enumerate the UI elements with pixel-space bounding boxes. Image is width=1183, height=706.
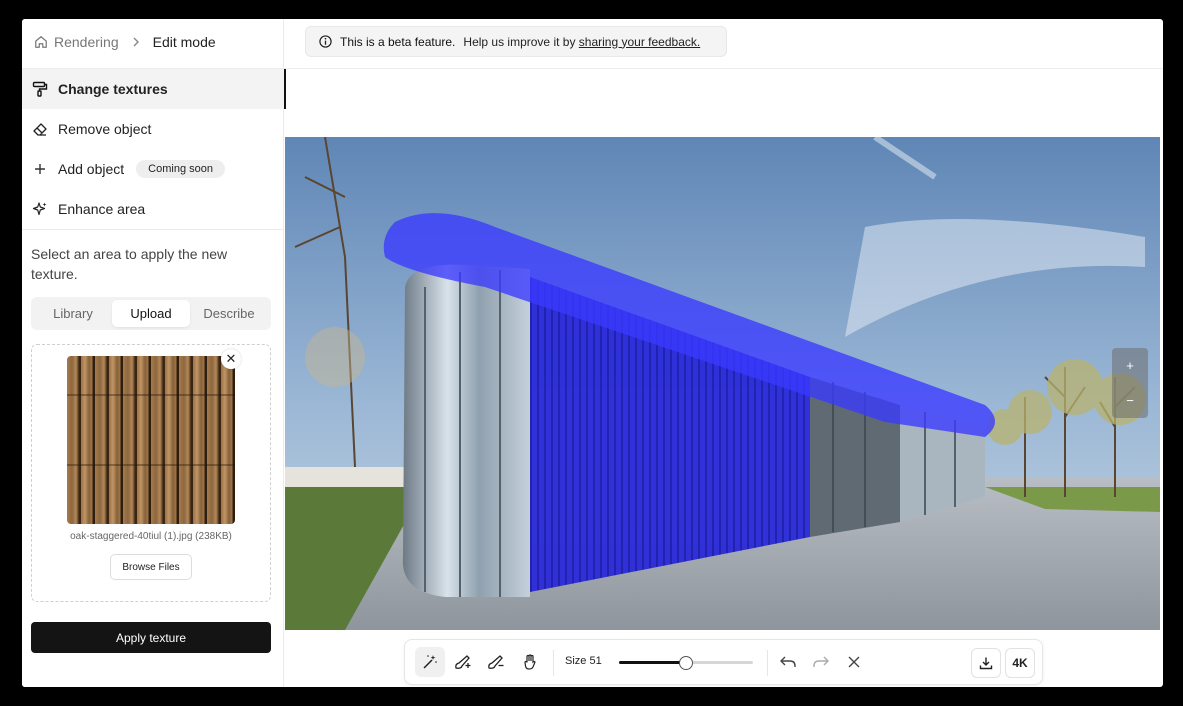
info-icon [319,35,332,48]
breadcrumb: Rendering Edit mode [34,33,216,51]
menu-item-remove-object[interactable]: Remove object [22,109,284,149]
menu-item-change-textures[interactable]: Change textures [22,69,286,109]
magic-wand-icon[interactable] [415,647,445,677]
slider-handle[interactable] [679,656,693,670]
slider-fill [619,661,686,664]
file-name: oak-staggered-40tiul (1).jpg (238KB) [70,531,232,542]
edit-canvas[interactable] [285,137,1160,630]
instructions-text: Select an area to apply the new texture. [31,246,228,282]
download-icon [979,657,993,670]
brush-size-label: Size 51 [565,655,602,667]
texture-source-tabs: Library Upload Describe [31,297,271,330]
coming-soon-badge: Coming soon [136,160,225,178]
tool-menu: Change textures Remove object Add object… [22,69,286,229]
sidebar: Rendering Edit mode Change textures Remo… [22,19,286,687]
app-window: Rendering Edit mode Change textures Remo… [22,19,1163,687]
menu-item-label: Add object [58,161,125,177]
beta-banner-message: Help us improve it by [463,34,576,49]
close-icon[interactable]: ✕ [221,349,241,369]
apply-texture-button[interactable]: Apply texture [31,622,271,653]
eraser-icon [32,121,48,137]
menu-item-label: Enhance area [58,201,146,217]
redo-icon[interactable] [806,647,836,677]
beta-banner-text: Help us improve it by sharing your feedb… [463,35,700,49]
breadcrumb-edit-mode: Edit mode [152,34,216,50]
upload-dropzone[interactable]: ✕ oak-staggered-40tiul (1).jpg (238KB) B… [31,344,271,602]
undo-icon[interactable] [773,647,803,677]
home-icon[interactable] [34,35,48,49]
brush-erase-icon[interactable] [481,647,511,677]
breadcrumb-rendering[interactable]: Rendering [54,34,119,50]
header-divider [22,68,1163,69]
zoom-out-button[interactable]: − [1112,383,1148,418]
menu-item-enhance-area[interactable]: Enhance area [22,189,284,229]
chevron-right-icon [133,37,139,47]
resolution-4k-button[interactable]: 4K [1005,648,1035,678]
tab-describe[interactable]: Describe [190,300,268,327]
download-button[interactable] [971,648,1001,678]
brush-add-icon[interactable] [448,647,478,677]
zoom-control: + − [1112,348,1148,418]
beta-banner: This is a beta feature. Help us improve … [305,26,727,57]
sparkles-icon [32,201,48,217]
rendered-building-image[interactable] [285,137,1160,630]
plus-icon [32,161,48,177]
beta-banner-title: This is a beta feature. [340,34,456,49]
browse-files-button[interactable]: Browse Files [110,554,192,580]
brush-size-slider[interactable] [619,656,755,670]
toolbar-divider [553,650,554,676]
menu-item-add-object[interactable]: Add object Coming soon [22,149,284,189]
divider [22,229,284,230]
menu-item-label: Change textures [58,81,168,97]
paint-roller-icon [32,81,48,97]
feedback-link[interactable]: sharing your feedback. [579,35,700,49]
tab-upload[interactable]: Upload [112,300,190,327]
pan-hand-icon[interactable] [515,647,545,677]
tab-library[interactable]: Library [34,300,112,327]
toolbar-divider [767,650,768,676]
edit-toolbar: Size 51 4K [404,639,1043,685]
zoom-in-button[interactable]: + [1112,348,1148,383]
close-icon[interactable] [839,647,869,677]
menu-item-label: Remove object [58,121,152,137]
texture-preview-image [67,356,235,524]
